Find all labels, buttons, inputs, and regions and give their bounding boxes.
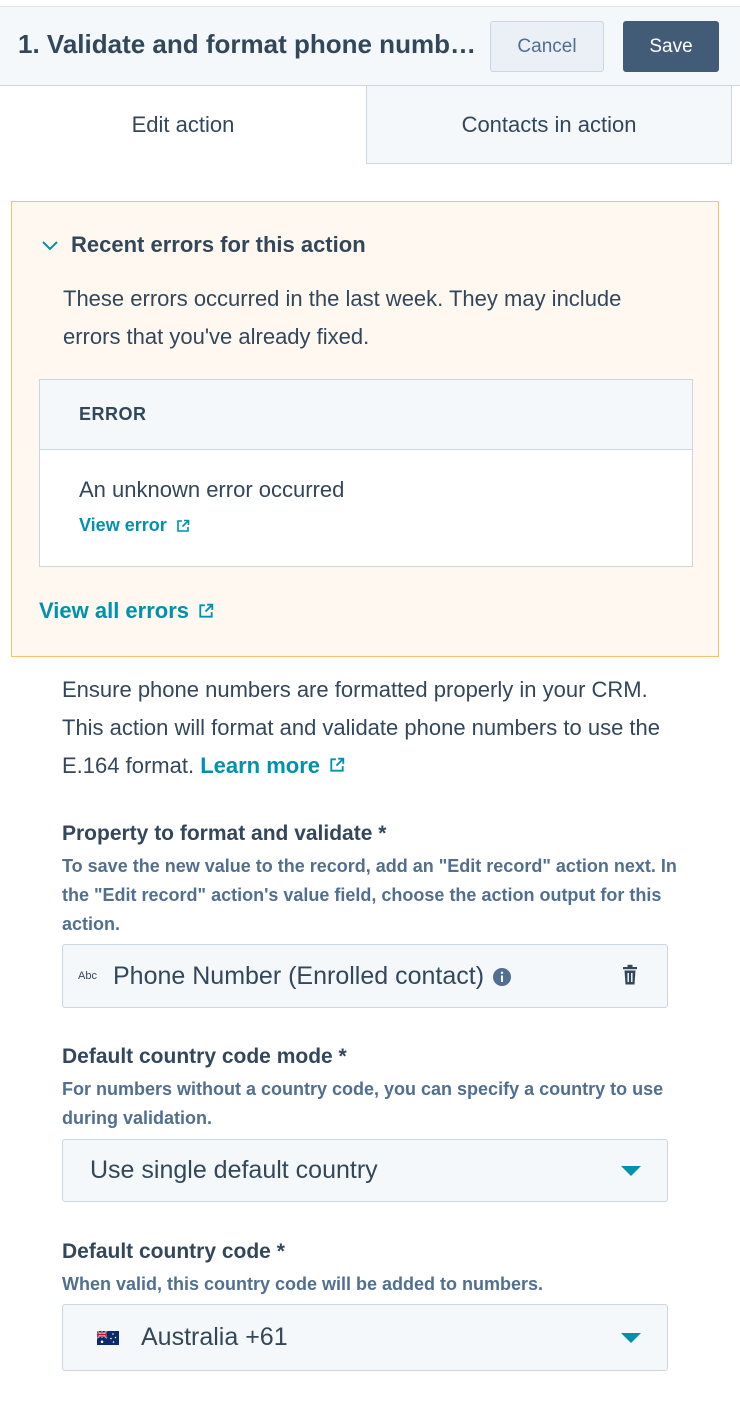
country-code-label: Default country code * <box>62 1240 285 1263</box>
errors-table-header: ERROR <box>40 380 692 450</box>
tab-edit-action[interactable]: Edit action <box>0 86 366 164</box>
country-code-value: Australia +61 <box>97 1323 288 1352</box>
property-token-field[interactable]: Abc Phone Number (Enrolled contact) <box>62 944 668 1008</box>
external-link-icon <box>330 757 345 772</box>
action-tabs: Edit action Contacts in action <box>0 86 732 164</box>
error-message: An unknown error occurred <box>79 477 345 502</box>
action-description: Ensure phone numbers are formatted prope… <box>62 671 682 785</box>
tab-contacts-in-action[interactable]: Contacts in action <box>366 86 732 164</box>
country-mode-label: Default country code mode * <box>62 1045 347 1068</box>
action-description-text: Ensure phone numbers are formatted prope… <box>62 677 660 778</box>
action-title: 1. Validate and format phone numbers <box>18 29 488 59</box>
view-all-errors-link[interactable]: View all errors <box>39 598 214 624</box>
caret-down-icon <box>621 1166 641 1176</box>
caret-down-icon <box>621 1333 641 1343</box>
recent-errors-description: These errors occurred in the last week. … <box>63 286 622 349</box>
errors-table: ERROR An unknown error occurred View err… <box>39 379 693 567</box>
view-error-label: View error <box>79 515 167 535</box>
country-mode-help: For numbers without a country code, you … <box>62 1079 664 1128</box>
action-header: 1. Validate and format phone numbers Can… <box>0 6 740 86</box>
trash-icon[interactable] <box>621 964 639 986</box>
learn-more-link[interactable]: Learn more <box>200 753 345 778</box>
property-value: Phone Number (Enrolled contact) <box>113 962 512 991</box>
country-code-select[interactable]: Australia +61 <box>62 1304 668 1371</box>
view-error-link[interactable]: View error <box>79 515 190 536</box>
recent-errors-alert: Recent errors for this action These erro… <box>11 201 719 657</box>
view-all-errors-label: View all errors <box>39 598 190 623</box>
recent-errors-title: Recent errors for this action <box>71 232 366 257</box>
property-value-text: Phone Number (Enrolled contact) <box>113 962 485 990</box>
save-button[interactable]: Save <box>623 21 719 72</box>
chevron-down-icon <box>42 241 58 251</box>
country-code-text: Australia +61 <box>141 1323 288 1351</box>
external-link-icon <box>199 603 214 618</box>
country-code-help: When valid, this country code will be ad… <box>62 1274 544 1294</box>
recent-errors-toggle[interactable]: Recent errors for this action <box>39 232 366 258</box>
country-mode-select[interactable]: Use single default country <box>62 1139 668 1202</box>
external-link-icon <box>176 519 190 532</box>
australia-flag-icon <box>97 1330 119 1345</box>
info-icon[interactable] <box>492 967 512 987</box>
text-type-icon: Abc <box>78 970 97 982</box>
country-mode-value: Use single default country <box>90 1156 378 1184</box>
property-field-label: Property to format and validate * <box>62 822 387 845</box>
cancel-button[interactable]: Cancel <box>490 21 604 72</box>
property-field-help: To save the new value to the record, add… <box>62 856 677 934</box>
learn-more-label: Learn more <box>200 753 321 778</box>
